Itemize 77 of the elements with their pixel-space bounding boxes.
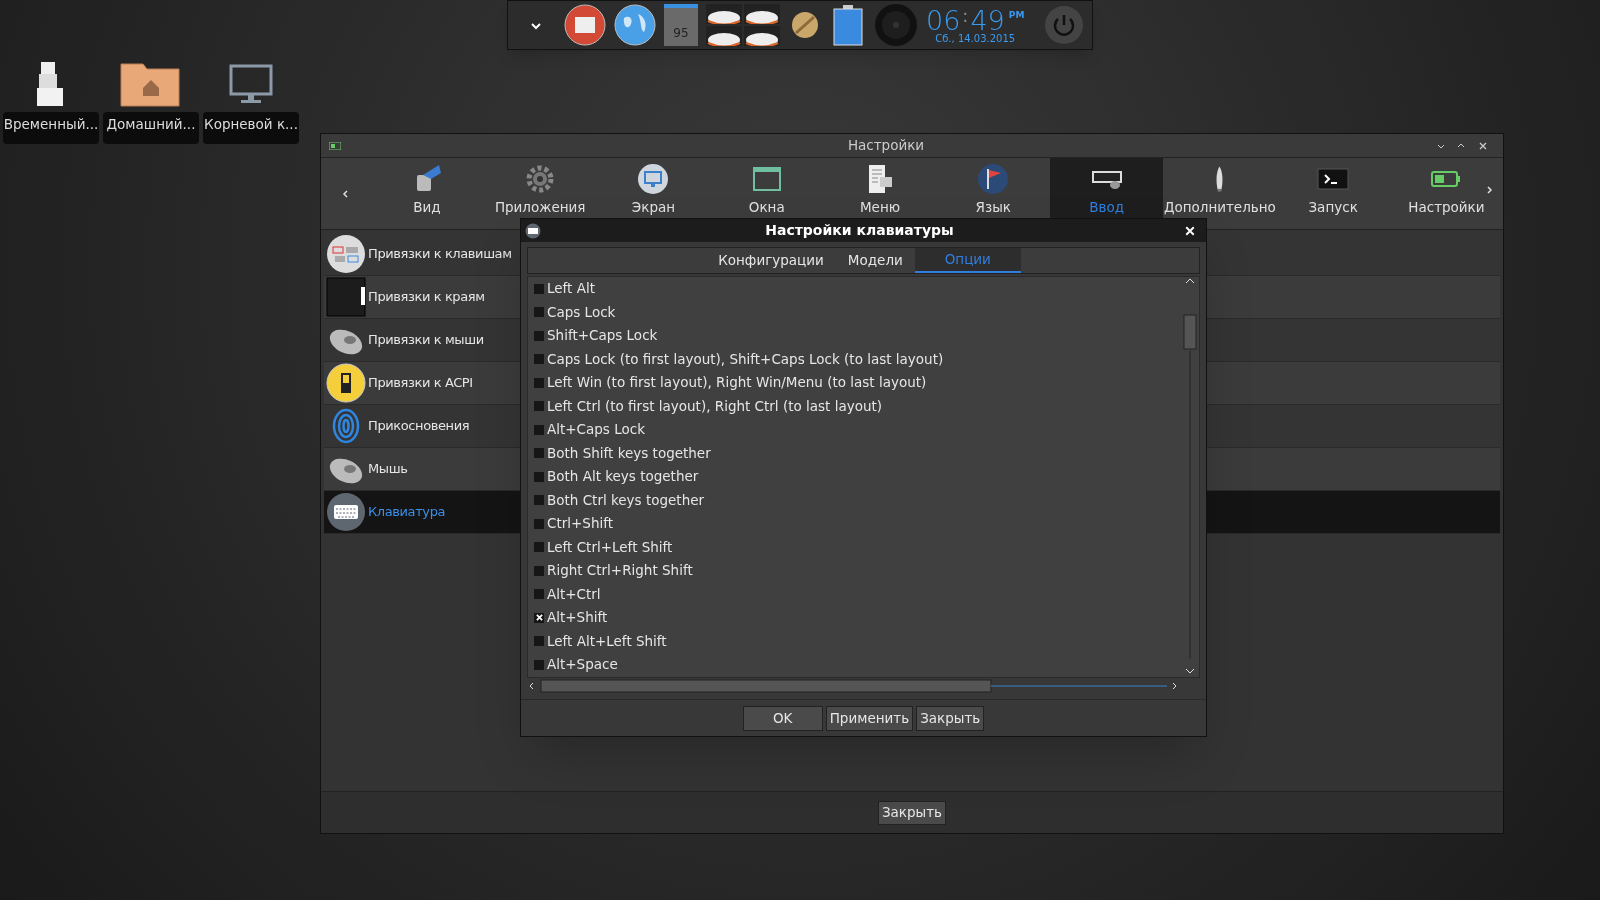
dialog-tab[interactable]: Конфигурации [706, 248, 836, 273]
option-checkbox[interactable] [534, 330, 544, 341]
option-checkbox[interactable] [534, 518, 544, 529]
settings-tab[interactable]: Настройки [1389, 158, 1504, 229]
settings-tab[interactable]: Экран [596, 158, 711, 229]
option-label: Left Alt+Left Shift [547, 634, 667, 648]
workspace-preview-icon[interactable] [744, 26, 780, 46]
option-checkbox[interactable] [534, 424, 544, 435]
clock-minutes: 49 [970, 6, 1005, 34]
scroll-right-icon[interactable] [1485, 186, 1493, 194]
workspace-preview-icon[interactable] [744, 4, 780, 24]
option-checkbox[interactable] [534, 542, 544, 553]
option-label: Alt+Space [547, 658, 618, 672]
key-bindings-icon [326, 234, 366, 274]
option-label: Left Win (to first layout), Right Win/Menu (to last layout) [547, 376, 927, 390]
option-label: Both Shift keys together [547, 446, 711, 460]
home-folder-icon [119, 60, 183, 108]
option-label: Right Ctrl+Right Shift [547, 564, 693, 578]
option-checkbox[interactable] [534, 354, 544, 365]
window-icon [329, 141, 341, 150]
close-button[interactable]: Закрыть [877, 800, 947, 825]
rocket-icon [1215, 163, 1225, 195]
option-label: Both Ctrl keys together [547, 493, 705, 507]
trash-count: 95 [673, 25, 689, 42]
dialog-button[interactable]: OK [742, 705, 823, 731]
screen-edge-icon [326, 277, 366, 317]
dialog-button[interactable]: Закрыть [916, 705, 985, 731]
flag-icon [977, 163, 1010, 195]
option-label: Left Alt [547, 282, 595, 296]
clock-ampm: PM [1008, 10, 1025, 20]
settings-tab[interactable]: Запуск [1276, 158, 1390, 229]
option-checkbox[interactable] [534, 495, 544, 506]
settings-tab[interactable]: Приложения [483, 158, 597, 229]
desktop-icon-label[interactable]: Корневой к... [203, 112, 299, 144]
dialog-title: Настройки клавиатуры [764, 221, 955, 240]
option-checkbox[interactable] [534, 636, 544, 647]
option-checkbox[interactable] [534, 612, 544, 623]
option-checkbox[interactable] [534, 401, 544, 412]
keyboard-icon [326, 492, 366, 532]
option-checkbox[interactable] [534, 471, 544, 482]
desktop-icon-label[interactable]: Домашний... [103, 112, 199, 144]
settings-tab[interactable]: Дополнительно [1163, 158, 1277, 229]
option-checkbox[interactable] [534, 589, 544, 600]
clock-separator: : [961, 6, 970, 25]
dialog-tab[interactable]: Модели [835, 248, 915, 273]
option-checkbox[interactable] [534, 377, 544, 388]
globe-icon[interactable] [614, 4, 656, 46]
clock-date: Сб., 14.03.2015 [935, 33, 1016, 44]
option-checkbox[interactable] [534, 659, 544, 670]
dialog-tab[interactable]: Опции [914, 248, 1021, 273]
settings-tab[interactable]: Вид [370, 158, 484, 229]
option-label: Alt+Caps Lock [547, 423, 645, 437]
window-title: Настройки [846, 136, 926, 156]
keyboard-icon [525, 222, 541, 239]
speaker-icon[interactable] [874, 3, 918, 47]
option-label: Left Ctrl (to first layout), Right Ctrl (to last layout) [547, 399, 883, 413]
option-label: Caps Lock [547, 305, 616, 319]
option-checkbox[interactable] [534, 307, 544, 318]
option-label: Alt+Ctrl [547, 587, 601, 601]
battery-icon[interactable] [830, 3, 866, 47]
monitor-icon [637, 163, 670, 195]
option-label: Alt+Shift [547, 611, 608, 625]
option-checkbox[interactable] [534, 565, 544, 576]
power-icon[interactable] [1044, 5, 1084, 45]
option-label: Left Ctrl+Left Shift [547, 540, 673, 554]
folder-icon[interactable] [564, 4, 606, 46]
option-checkbox[interactable] [534, 283, 544, 294]
option-label: Shift+Caps Lock [547, 329, 658, 343]
clock-hours: 06 [926, 6, 961, 34]
option-label: Both Alt keys together [547, 470, 699, 484]
option-checkbox[interactable] [534, 448, 544, 459]
desktop-icon-label[interactable]: Временный... [3, 112, 99, 144]
option-label: Ctrl+Shift [547, 517, 614, 531]
workspace-preview-icon[interactable] [706, 26, 742, 46]
workspace-preview-icon[interactable] [706, 4, 742, 24]
option-label: Caps Lock (to first layout), Shift+Caps Lock (to last layout) [547, 352, 944, 366]
dialog-button[interactable]: Применить [825, 705, 914, 731]
